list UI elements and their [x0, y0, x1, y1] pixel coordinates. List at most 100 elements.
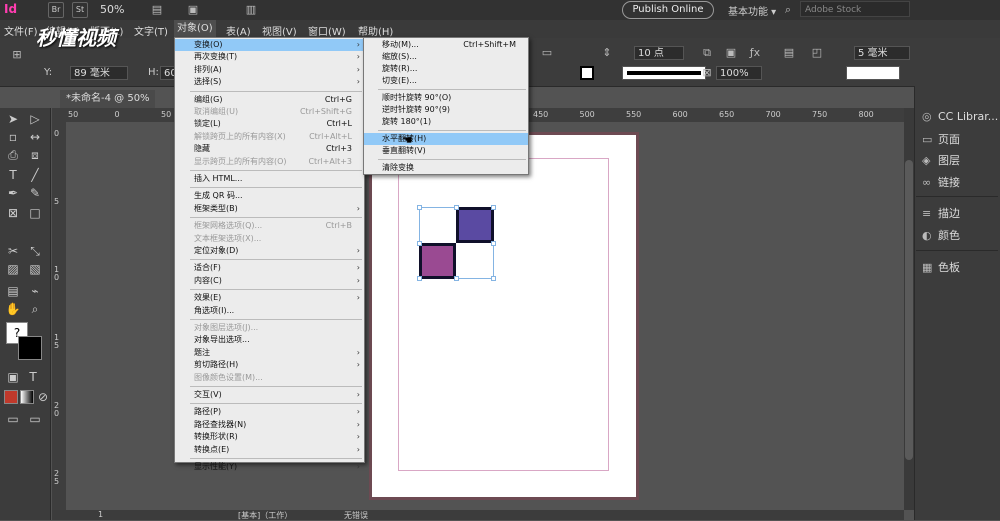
object-menu-item[interactable]: 效果(E) ›: [175, 292, 364, 304]
stroke-swatch[interactable]: [580, 66, 594, 80]
eyedropper-tool-icon[interactable]: ⌁: [26, 282, 44, 300]
view-options-icon[interactable]: ▤: [150, 3, 164, 17]
transform-submenu-item[interactable]: 垂直翻转(V): [364, 145, 528, 157]
note-tool-icon[interactable]: ▤: [4, 282, 22, 300]
panel-pages[interactable]: ▭ 页面: [922, 131, 960, 147]
y-position-field[interactable]: 89 毫米: [70, 66, 128, 80]
screen-mode-icon[interactable]: ▣: [186, 3, 200, 17]
object-menu-item[interactable]: 交互(V) ›: [175, 389, 364, 401]
object-menu-item[interactable]: 内容(C) ›: [175, 275, 364, 287]
panel-layers[interactable]: ◈ 图层: [922, 152, 960, 168]
publish-online-button[interactable]: Publish Online: [622, 1, 714, 19]
selection-handle[interactable]: [454, 205, 459, 210]
menu-help[interactable]: 帮助(H): [358, 23, 393, 38]
panel-color[interactable]: ◐ 颜色: [922, 227, 960, 243]
gradient-feather-tool-icon[interactable]: ▧: [26, 260, 44, 278]
content-collector-icon[interactable]: ⎙: [4, 146, 22, 164]
page-tool-icon[interactable]: ▫: [4, 128, 22, 146]
object-menu-item[interactable]: 再次变换(T) ›: [175, 51, 364, 63]
selection-handle[interactable]: [417, 241, 422, 246]
selection-handle[interactable]: [417, 276, 422, 281]
apply-gradient-icon[interactable]: [20, 390, 34, 404]
vertical-scrollbar-thumb[interactable]: [905, 160, 913, 460]
reference-point-icon[interactable]: ⊞: [10, 48, 24, 62]
object-menu-item[interactable]: 隐藏 Ctrl+3: [175, 143, 364, 155]
object-menu-item[interactable]: 转换形状(R) ›: [175, 431, 364, 443]
object-menu-item[interactable]: 插入 HTML...: [175, 173, 364, 185]
align-center-icon[interactable]: ▤: [782, 46, 796, 60]
object-menu-item[interactable]: 排列(A) ›: [175, 64, 364, 76]
transform-submenu-item[interactable]: 移动(M)... Ctrl+Shift+M: [364, 39, 528, 51]
stepper-icon[interactable]: ⇕: [600, 46, 614, 60]
object-menu-item[interactable]: 角选项(I)...: [175, 305, 364, 317]
fx-icon[interactable]: ƒx: [748, 46, 762, 60]
menu-table[interactable]: 表(A): [226, 23, 251, 38]
selection-handle[interactable]: [491, 205, 496, 210]
transform-submenu-item[interactable]: 逆时针旋转 90°(9): [364, 104, 528, 116]
object-menu-item[interactable]: 生成 QR 码...: [175, 190, 364, 202]
line-tool-icon[interactable]: ╱: [26, 166, 44, 184]
hand-tool-icon[interactable]: ✋: [4, 300, 22, 318]
pen-tool-icon[interactable]: ✒: [4, 184, 22, 202]
object-menu-item[interactable]: 显示性能(Y) ›: [175, 461, 364, 473]
direct-selection-tool-icon[interactable]: ▷: [26, 110, 44, 128]
apply-none-icon[interactable]: ⊘: [34, 388, 52, 406]
preview-mode-icon[interactable]: ▭: [26, 410, 44, 428]
formatting-container-icon[interactable]: ▣: [4, 368, 22, 386]
corner-icon[interactable]: ◰: [810, 46, 824, 60]
formatting-text-icon[interactable]: T: [24, 368, 42, 386]
preflight-profile[interactable]: [基本]（工作）: [238, 510, 292, 521]
type-tool-icon[interactable]: T: [4, 166, 22, 184]
panel-swatches[interactable]: ▦ 色板: [922, 259, 960, 275]
stroke-type-select[interactable]: [622, 66, 706, 80]
menu-object[interactable]: 对象(O): [174, 20, 216, 38]
menu-view[interactable]: 视图(V): [262, 23, 297, 38]
content-placer-icon[interactable]: ⧈: [26, 146, 44, 164]
object-menu-item[interactable]: 锁定(L) Ctrl+L: [175, 118, 364, 130]
object-menu-item[interactable]: 编组(G) Ctrl+G: [175, 94, 364, 106]
menu-window[interactable]: 窗口(W): [308, 23, 346, 38]
selection-handle[interactable]: [491, 241, 496, 246]
object-menu-item[interactable]: 定位对象(D) ›: [175, 245, 364, 257]
object-menu-item[interactable]: 题注 ›: [175, 347, 364, 359]
corner-size-field[interactable]: 5 毫米: [854, 46, 910, 60]
object-menu-item[interactable]: 转换点(E) ›: [175, 444, 364, 456]
menu-file[interactable]: 文件(F): [4, 23, 38, 38]
free-transform-tool-icon[interactable]: ⤡: [26, 242, 44, 260]
panel-links[interactable]: ∞ 链接: [922, 174, 960, 190]
stroke-icon[interactable]: ▭: [540, 46, 554, 60]
transform-submenu-item[interactable]: 水平翻转(H): [364, 133, 528, 145]
gap-tool-icon[interactable]: ↔: [26, 128, 44, 146]
transform-submenu-item[interactable]: 旋转(R)...: [364, 63, 528, 75]
stock-button[interactable]: St: [72, 2, 88, 18]
transform-submenu-item[interactable]: 旋转 180°(1): [364, 116, 528, 128]
stock-search-input[interactable]: Adobe Stock: [800, 1, 910, 17]
transform-submenu-item[interactable]: 顺时针旋转 90°(O): [364, 92, 528, 104]
rectangle-tool-icon[interactable]: □: [26, 204, 44, 222]
zoom-level[interactable]: 50%: [100, 3, 124, 16]
document-tab[interactable]: *未命名-4 @ 50%: [60, 90, 155, 108]
transform-submenu-item[interactable]: 清除变换: [364, 162, 528, 174]
transform-submenu-item[interactable]: 缩放(S)...: [364, 51, 528, 63]
rectangle-frame-tool-icon[interactable]: ⊠: [4, 204, 22, 222]
object-menu-item[interactable]: 路径(P) ›: [175, 406, 364, 418]
object-menu-item[interactable]: 框架类型(B) ›: [175, 203, 364, 215]
object-menu-item[interactable]: 选择(S) ›: [175, 76, 364, 88]
purple-square-top[interactable]: [456, 207, 494, 243]
scissors-tool-icon[interactable]: ✂: [4, 242, 22, 260]
object-menu-item[interactable]: 剪切路径(H) ›: [175, 359, 364, 371]
effects-icon[interactable]: ▣: [724, 46, 738, 60]
object-menu-item[interactable]: 变换(O) ›: [175, 39, 364, 51]
normal-view-icon[interactable]: ▭: [4, 410, 22, 428]
stroke-swatch-toolbox[interactable]: [18, 336, 42, 360]
gradient-swatch-tool-icon[interactable]: ▨: [4, 260, 22, 278]
workspace-switcher[interactable]: 基本功能 ▾: [728, 3, 776, 18]
selection-handle[interactable]: [491, 276, 496, 281]
selection-handle[interactable]: [417, 205, 422, 210]
transform-submenu-item[interactable]: 切变(E)...: [364, 75, 528, 87]
panel-cc-libraries[interactable]: ◎ CC Librar...: [922, 110, 998, 123]
selection-handle[interactable]: [454, 276, 459, 281]
apply-color-icon[interactable]: [4, 390, 18, 404]
object-style-select[interactable]: [846, 66, 900, 80]
magenta-square-bottom[interactable]: [419, 243, 456, 279]
